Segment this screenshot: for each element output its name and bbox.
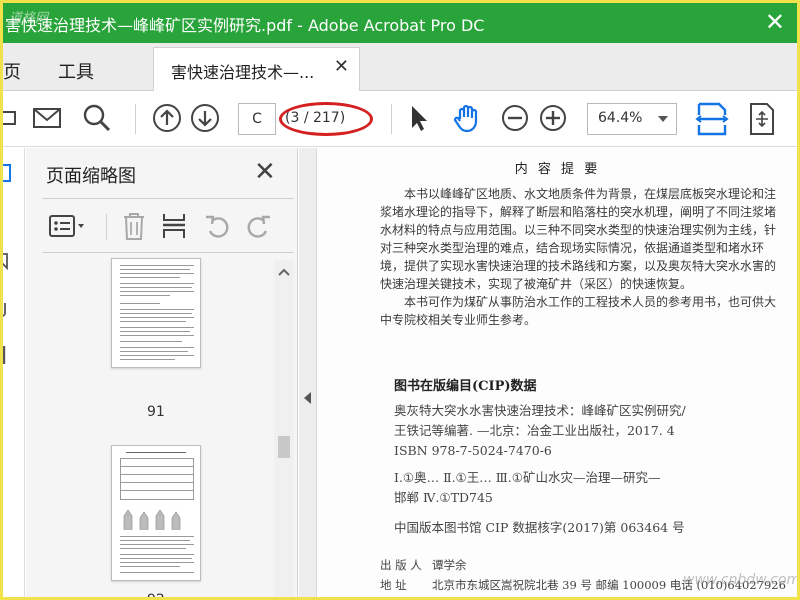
- window-close-button[interactable]: ✕: [765, 7, 785, 37]
- fit-width-icon[interactable]: [695, 101, 729, 137]
- toolbar-separator: [391, 104, 392, 134]
- fit-page-icon[interactable]: [745, 101, 779, 137]
- undo-icon[interactable]: [204, 213, 232, 239]
- panel-title: 页面缩略图: [46, 166, 136, 187]
- collapse-arrow-icon: [304, 392, 311, 404]
- zoom-select[interactable]: 64.4%: [587, 103, 677, 135]
- scrollbar-thumb[interactable]: [278, 436, 290, 458]
- zoom-out-icon[interactable]: [499, 102, 531, 134]
- page-number-input[interactable]: C: [238, 103, 276, 135]
- summary-paragraph: 本书可作为煤矿从事防治水工作的工程技术人员的参考用书，也可供大中专院校相关专业师…: [380, 295, 777, 327]
- thumbnail-label: 92: [147, 592, 165, 597]
- cip-number: 中国版本图书馆 CIP 数据核字(2017)第 063464 号: [394, 520, 685, 535]
- page-thumbnail-92[interactable]: [111, 445, 201, 581]
- thumbnails-nav-icon[interactable]: [3, 164, 13, 184]
- print-icon[interactable]: [3, 102, 21, 134]
- publisher-value: 谭学余: [432, 558, 467, 572]
- title-bar: 害快速治理技术—峰峰矿区实例研究.pdf - Adobe Acrobat Pro…: [3, 3, 797, 43]
- zoom-value: 64.4%: [598, 110, 643, 126]
- attachment-nav-icon[interactable]: [3, 300, 11, 318]
- site-watermark: 道格网: [9, 11, 49, 26]
- page-thumbnail-91[interactable]: [111, 258, 201, 368]
- menu-home[interactable]: 页: [3, 58, 21, 84]
- zoom-in-icon[interactable]: [537, 102, 569, 134]
- tab-bar: 页 工具 害快速治理技术—... ✕: [3, 43, 797, 91]
- address-label: 地 址: [380, 578, 407, 592]
- divider: [42, 252, 294, 253]
- select-cursor-icon[interactable]: [403, 102, 435, 134]
- layers-nav-icon[interactable]: [3, 344, 11, 366]
- cip-record: 奥灰特大突水水害快速治理技术：峰峰矿区实例研究/ 王铁记等编著. —北京：冶金工…: [394, 401, 774, 461]
- email-icon[interactable]: [31, 102, 63, 134]
- trash-icon[interactable]: [121, 211, 147, 241]
- cip-line: 邯郸 Ⅳ.①TD745: [394, 490, 493, 505]
- menu-tools[interactable]: 工具: [58, 58, 94, 84]
- insert-page-icon[interactable]: [161, 211, 187, 241]
- publisher-label: 出 版 人: [380, 558, 422, 572]
- toolbar: C (3 / 217) 64.4%: [3, 92, 797, 147]
- thumbnail-scrollbar[interactable]: [274, 260, 294, 597]
- site-watermark: www.cnbdw.com: [683, 572, 797, 588]
- summary-paragraph: 本书以峰峰矿区地质、水文地质条件为背景，在煤层底板突水理论和注浆堵水理论的指导下…: [380, 187, 777, 291]
- panel-collapse-handle[interactable]: [299, 148, 317, 597]
- divider: [42, 198, 294, 199]
- document-page: 内 容 提 要 本书以峰峰矿区地质、水文地质条件为背景，在煤层底板突水理论和注浆…: [318, 148, 797, 597]
- chevron-down-icon: [658, 116, 668, 122]
- next-page-icon[interactable]: [189, 102, 221, 134]
- cip-line: 王铁记等编著. —北京：冶金工业出版社，2017. 4: [394, 423, 675, 438]
- divider: [106, 214, 107, 240]
- panel-toolbar: [26, 206, 298, 246]
- options-menu-icon[interactable]: [48, 212, 88, 240]
- cip-classification: Ⅰ.①奥… Ⅱ.①王… Ⅲ.①矿山水灾—治理—研究— 邯郸 Ⅳ.①TD745: [394, 468, 774, 508]
- previous-page-icon[interactable]: [151, 102, 183, 134]
- bookmark-nav-icon[interactable]: [3, 252, 11, 270]
- hand-tool-icon[interactable]: [451, 102, 483, 134]
- cip-line: Ⅰ.①奥… Ⅱ.①王… Ⅲ.①矿山水灾—治理—研究—: [394, 470, 661, 485]
- cip-isbn: ISBN 978-7-5024-7470-6: [394, 443, 552, 458]
- page-heading: 内 容 提 要: [514, 162, 601, 177]
- app-window: 害快速治理技术—峰峰矿区实例研究.pdf - Adobe Acrobat Pro…: [3, 3, 797, 597]
- document-tab-label: 害快速治理技术—...: [171, 63, 315, 82]
- toolbar-separator: [135, 104, 136, 134]
- thumbnail-label: 91: [147, 404, 165, 420]
- document-tab[interactable]: 害快速治理技术—... ✕: [153, 47, 360, 91]
- redo-icon[interactable]: [244, 213, 272, 239]
- highlight-ellipse: [279, 102, 373, 136]
- page-thumbnails-panel: 页面缩略图 ✕ 91: [26, 148, 298, 597]
- search-icon[interactable]: [81, 102, 113, 134]
- window-title: 害快速治理技术—峰峰矿区实例研究.pdf - Adobe Acrobat Pro…: [5, 16, 485, 35]
- panel-close-button[interactable]: ✕: [254, 158, 276, 186]
- cip-line: 奥灰特大突水水害快速治理技术：峰峰矿区实例研究/: [394, 403, 686, 418]
- document-viewer[interactable]: 内 容 提 要 本书以峰峰矿区地质、水文地质条件为背景，在煤层底板突水理论和注浆…: [318, 148, 797, 597]
- scroll-up-icon[interactable]: [278, 268, 290, 276]
- document-tab-close-button[interactable]: ✕: [334, 56, 349, 77]
- cip-heading: 图书在版编目(CIP)数据: [394, 379, 537, 394]
- navigation-pane-strip: [3, 148, 25, 597]
